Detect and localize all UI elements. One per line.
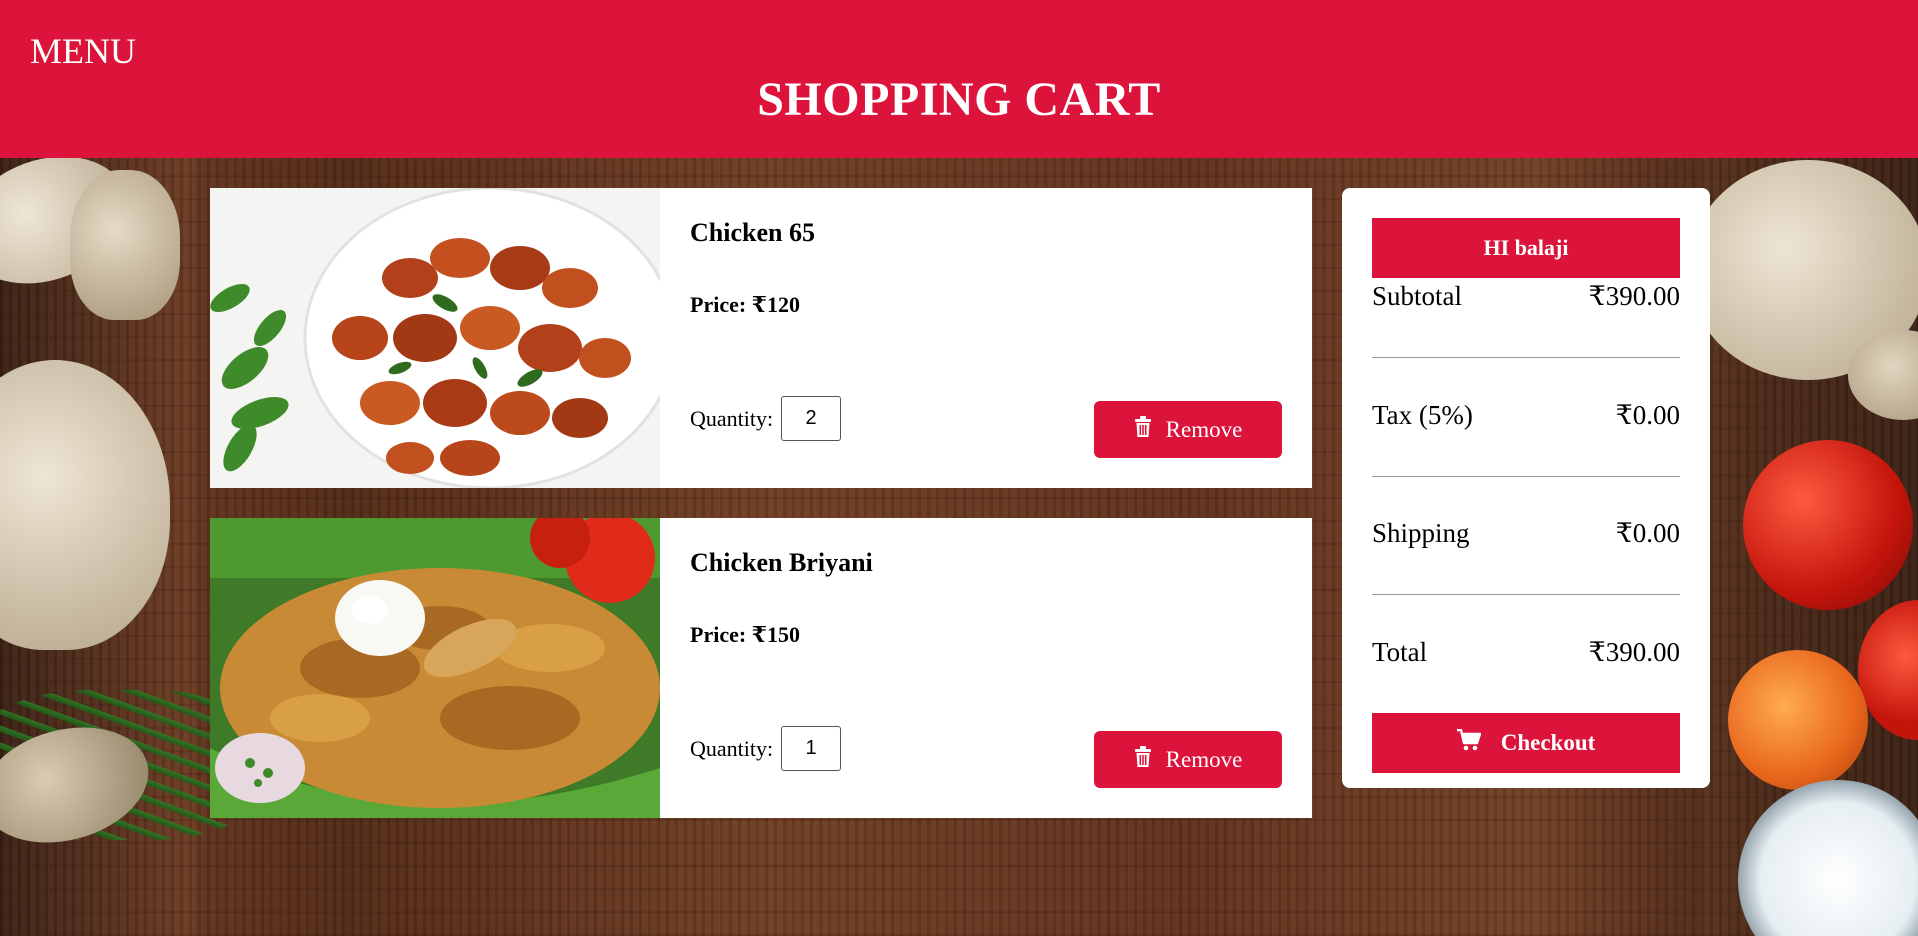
total-value: ₹390.00 bbox=[1588, 637, 1680, 667]
mushroom-decoration bbox=[0, 360, 170, 650]
total-row: Total ₹390.00 bbox=[1372, 637, 1680, 668]
shipping-row: Shipping ₹0.00 bbox=[1372, 518, 1680, 549]
remove-button[interactable]: Remove bbox=[1094, 401, 1282, 458]
subtotal-row: Subtotal ₹390.00 bbox=[1372, 281, 1680, 312]
menu-link[interactable]: MENU bbox=[30, 30, 136, 72]
divider bbox=[1372, 476, 1680, 477]
remove-label: Remove bbox=[1165, 746, 1243, 772]
checkout-button[interactable]: Checkout bbox=[1372, 713, 1680, 773]
mushroom-decoration bbox=[70, 170, 180, 320]
site-header: MENU SHOPPING CART bbox=[0, 0, 1918, 158]
shipping-label: Shipping bbox=[1372, 518, 1470, 548]
remove-button[interactable]: Remove bbox=[1094, 731, 1282, 788]
item-details: Chicken 65 Price: ₹120 Quantity: 2 Remov… bbox=[690, 188, 1312, 488]
cart-item: Chicken 65 Price: ₹120 Quantity: 2 Remov… bbox=[210, 188, 1312, 488]
user-greeting: HI balaji bbox=[1372, 218, 1680, 278]
subtotal-label: Subtotal bbox=[1372, 281, 1463, 311]
chicken-biryani-image bbox=[210, 518, 660, 818]
total-label: Total bbox=[1372, 637, 1428, 667]
item-price: Price: ₹120 bbox=[690, 292, 800, 317]
divider bbox=[1372, 357, 1680, 358]
quantity-input[interactable]: 2 bbox=[781, 396, 842, 441]
tomato-decoration bbox=[1728, 650, 1868, 790]
quantity-row: Quantity: 2 bbox=[690, 396, 842, 441]
item-name: Chicken Briyani bbox=[690, 548, 873, 577]
cart-icon bbox=[1456, 728, 1481, 757]
order-summary: HI balaji Subtotal ₹390.00 Tax (5%) ₹0.0… bbox=[1342, 188, 1710, 788]
cart-item: Chicken Briyani Price: ₹150 Quantity: 1 … bbox=[210, 518, 1312, 818]
chicken-65-image bbox=[210, 188, 660, 488]
trash-icon bbox=[1134, 415, 1152, 444]
checkout-label: Checkout bbox=[1500, 730, 1596, 755]
tax-row: Tax (5%) ₹0.00 bbox=[1372, 400, 1680, 431]
quantity-label: Quantity: bbox=[690, 735, 774, 761]
trash-icon bbox=[1134, 745, 1152, 774]
remove-label: Remove bbox=[1165, 416, 1243, 442]
shipping-value: ₹0.00 bbox=[1615, 518, 1680, 548]
tax-value: ₹0.00 bbox=[1615, 400, 1680, 430]
salt-bowl-decoration bbox=[1738, 780, 1918, 936]
quantity-input[interactable]: 1 bbox=[781, 726, 842, 771]
page-title: SHOPPING CART bbox=[757, 73, 1161, 126]
quantity-label: Quantity: bbox=[690, 405, 774, 431]
quantity-row: Quantity: 1 bbox=[690, 726, 842, 771]
tomato-decoration bbox=[1743, 440, 1913, 610]
subtotal-value: ₹390.00 bbox=[1588, 281, 1680, 311]
divider bbox=[1372, 594, 1680, 595]
item-details: Chicken Briyani Price: ₹150 Quantity: 1 … bbox=[690, 518, 1312, 818]
item-price: Price: ₹150 bbox=[690, 622, 800, 647]
tax-label: Tax (5%) bbox=[1372, 400, 1473, 430]
item-name: Chicken 65 bbox=[690, 218, 815, 247]
